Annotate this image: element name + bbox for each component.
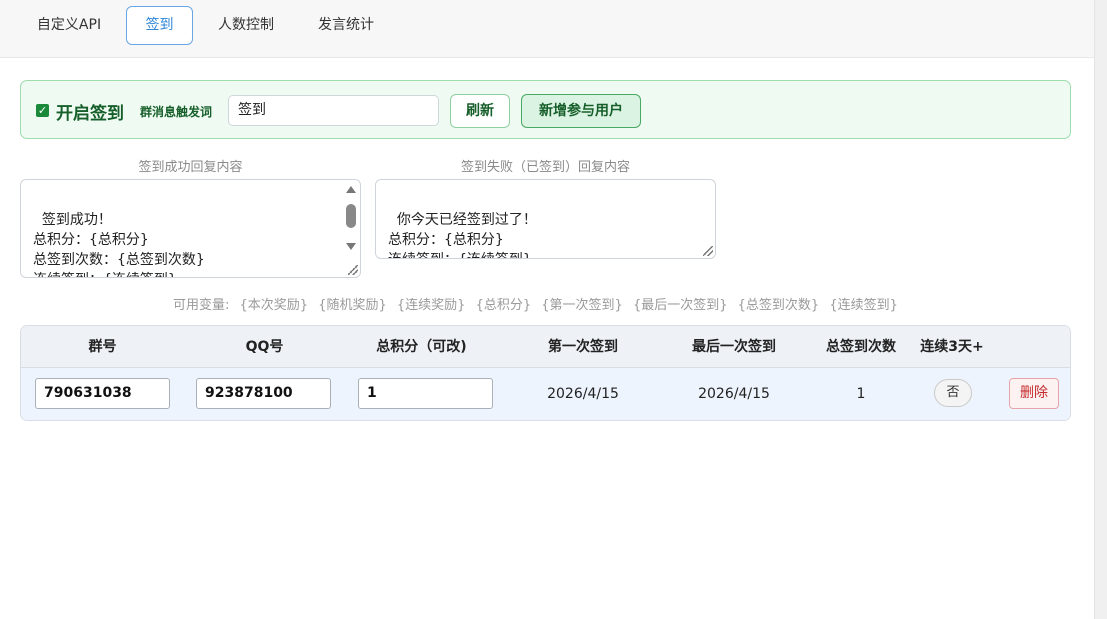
success-reply-text: 签到成功！ 总积分：{总积分} 总签到次数：{总签到次数} 连续签到：{连续签到… [33, 212, 205, 277]
tab-signin[interactable]: 签到 [126, 6, 193, 45]
header-total-count: 总签到次数 [826, 339, 896, 355]
variables-label: 可用变量: [173, 298, 230, 313]
header-points: 总积分（可改) [376, 339, 467, 355]
refresh-button[interactable]: 刷新 [450, 94, 510, 128]
streak3-toggle[interactable]: 否 [934, 379, 972, 407]
fail-reply-textarea[interactable]: 你今天已经签到过了！ 总积分：{总积分} 连续签到：{连续签到} [375, 179, 716, 259]
textarea-scrollbar[interactable] [343, 181, 359, 277]
available-variables: 可用变量: {本次奖励} {随机奖励} {连续奖励} {总积分} {第一次签到}… [173, 294, 898, 313]
resize-grip-icon[interactable] [703, 246, 713, 256]
variable-tag: {最后一次签到} [632, 298, 728, 313]
fail-reply-text: 你今天已经签到过了！ 总积分：{总积分} 连续签到：{连续签到} [388, 212, 537, 258]
signin-control-panel: ✓ 开启签到 群消息触发词 签到 刷新 新增参与用户 [20, 80, 1071, 139]
variable-tag: {本次奖励} [239, 298, 309, 313]
table-row: 790631038 923878100 1 2026/4/15 16:02:44… [21, 368, 1070, 420]
header-last-signin: 最后一次签到 [692, 339, 776, 355]
header-streak3: 连续3天+ [920, 339, 984, 355]
variable-tag: {第一次签到} [541, 298, 623, 313]
variable-tag: {连续奖励} [396, 298, 466, 313]
add-user-button[interactable]: 新增参与用户 [521, 94, 641, 128]
trigger-word-label: 群消息触发词 [140, 105, 213, 119]
last-signin-cell: 2026/4/15 16:02:44 [698, 386, 770, 402]
points-input[interactable]: 1 [358, 378, 493, 409]
first-signin-cell: 2026/4/15 16:02:44 [547, 386, 619, 402]
variable-tag: {总积分} [475, 298, 532, 313]
tab-member-control[interactable]: 人数控制 [206, 6, 286, 45]
qq-input[interactable]: 923878100 [196, 378, 331, 409]
page-scrollbar[interactable] [1094, 0, 1107, 619]
table-header: 群号 QQ号 总积分（可改) 第一次签到 最后一次签到 总签到次数 连续3天+ [21, 326, 1070, 368]
trigger-word-input[interactable]: 签到 [228, 95, 439, 126]
variable-tag: {连续签到} [829, 298, 898, 313]
signin-table: 群号 QQ号 总积分（可改) 第一次签到 最后一次签到 总签到次数 连续3天+ … [20, 325, 1071, 421]
success-reply-textarea[interactable]: 签到成功！ 总积分：{总积分} 总签到次数：{总签到次数} 连续签到：{连续签到… [20, 179, 361, 278]
enable-signin-label: 开启签到 [56, 104, 124, 124]
scroll-down-arrow-icon[interactable] [346, 243, 356, 250]
fail-reply-caption: 签到失败（已签到）回复内容 [460, 160, 630, 175]
success-reply-caption: 签到成功回复内容 [138, 160, 243, 175]
tab-bar: 自定义API 签到 人数控制 发言统计 [0, 0, 1094, 58]
header-qq: QQ号 [245, 339, 284, 355]
variable-tag: {总签到次数} [737, 298, 820, 313]
delete-button[interactable]: 删除 [1009, 378, 1059, 409]
scroll-thumb[interactable] [346, 204, 356, 228]
tab-custom-api[interactable]: 自定义API [22, 6, 116, 45]
header-group-id: 群号 [88, 339, 117, 355]
resize-grip-icon[interactable] [348, 265, 358, 275]
enable-signin-checkbox[interactable]: ✓ [36, 104, 49, 117]
group-id-input[interactable]: 790631038 [35, 378, 170, 409]
total-count-cell: 1 [856, 386, 866, 402]
tab-speech-stats[interactable]: 发言统计 [306, 6, 386, 45]
header-first-signin: 第一次签到 [548, 339, 618, 355]
scroll-up-arrow-icon[interactable] [346, 186, 356, 193]
variable-tag: {随机奖励} [318, 298, 387, 313]
